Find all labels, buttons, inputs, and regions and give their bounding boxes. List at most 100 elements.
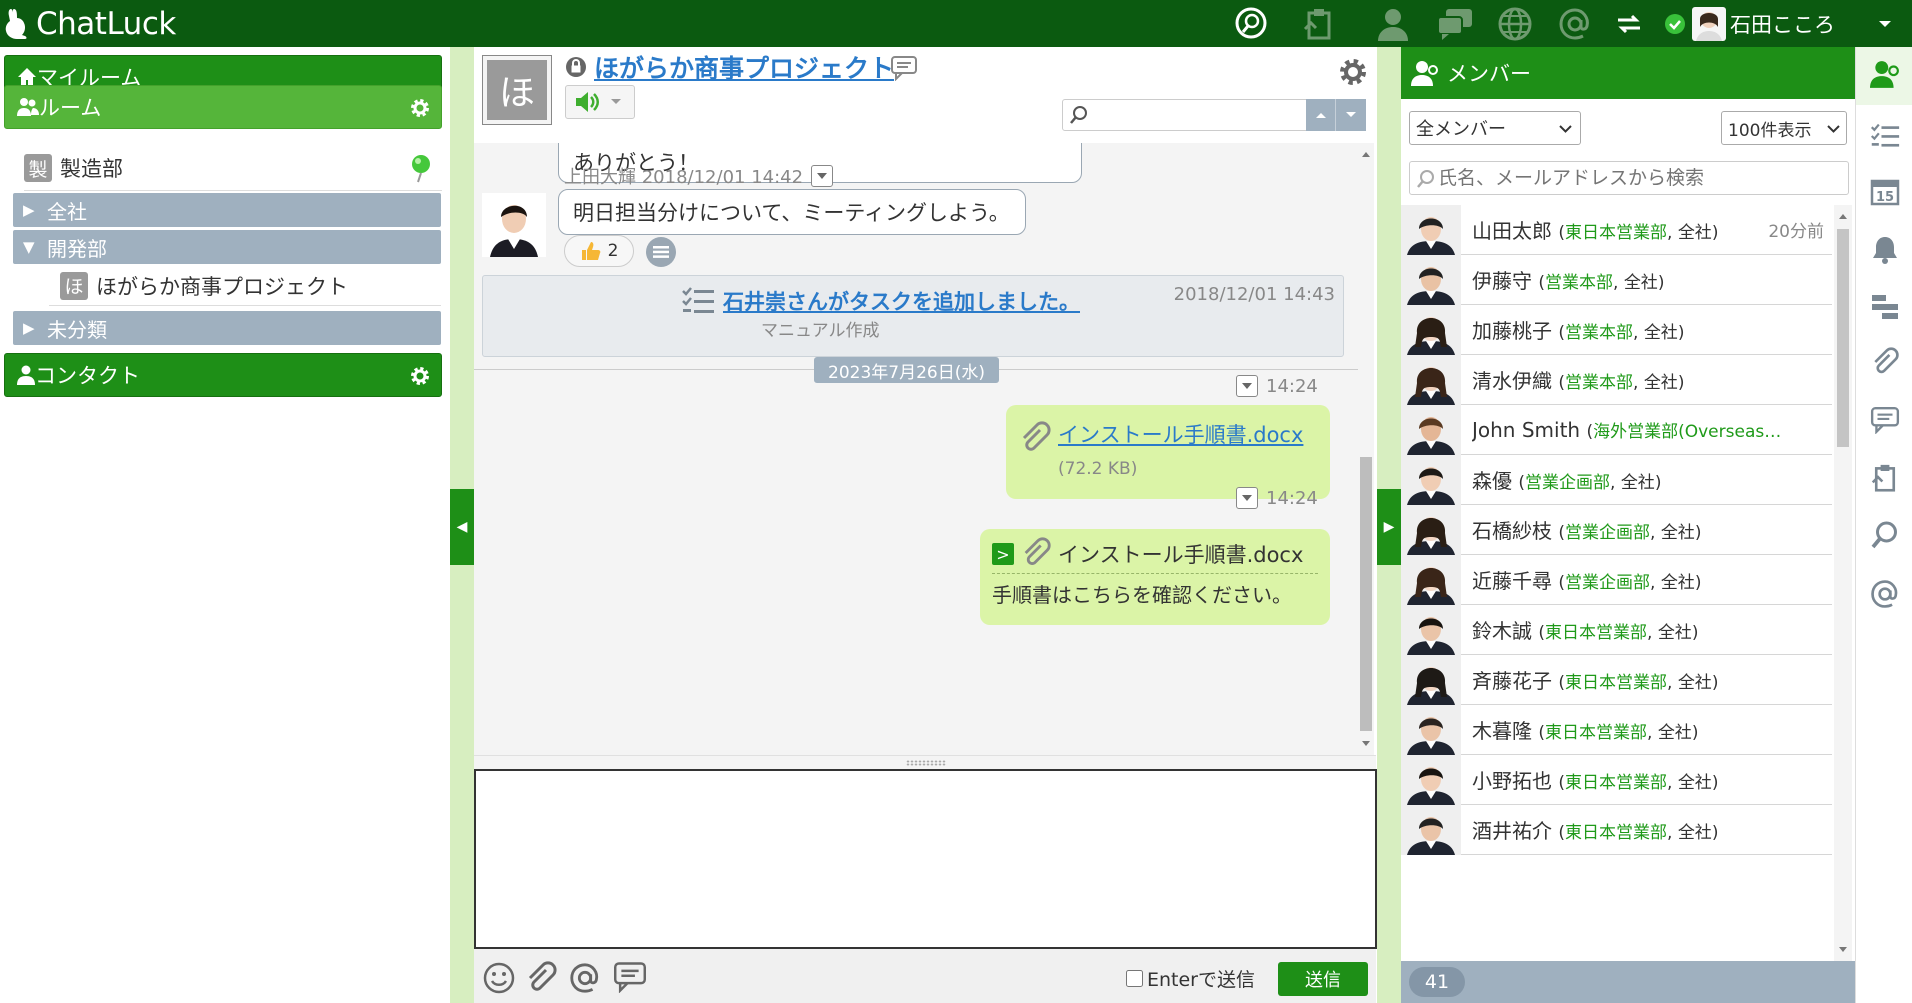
template-bubble-icon[interactable] [612,961,648,993]
member-scope: 全社 [1623,273,1658,293]
scroll-up-arrow-icon[interactable] [1362,151,1370,157]
member-affiliation: (東日本営業部, 全社) [1558,223,1719,243]
member-list[interactable]: 山田太郎 (東日本営業部, 全社) 20分前 伊藤守 (営業本部, 全社) 加藤桃子 … [1401,205,1855,961]
member-row[interactable]: 伊藤守 (営業本部, 全社) [1401,254,1832,305]
member-row[interactable]: 森優 (営業企画部, 全社) [1401,454,1832,505]
room-info-bubble-icon[interactable] [890,55,918,81]
mention-at-icon[interactable] [568,961,602,995]
category-label: 開発部 [47,236,107,261]
members-tool-icon[interactable] [1868,57,1902,91]
task-notification[interactable]: 石井崇さんがタスクを追加しました。 2018/12/01 14:43 マニュアル… [482,275,1344,357]
member-row[interactable]: 山田太郎 (東日本営業部, 全社) 20分前 [1401,205,1832,255]
task-list-tool-icon[interactable] [1868,119,1902,153]
member-row[interactable]: John Smith (海外営業部(Overseas… [1401,404,1832,455]
category-all[interactable]: ▶ 全社 [13,193,441,227]
chat-bubbles-icon[interactable] [1436,5,1474,43]
date-divider-text: 2023年7月26日(水) [828,362,985,383]
member-avatar [1401,604,1461,655]
scroll-up-arrow-icon[interactable] [1839,213,1847,219]
category-label: 未分類 [47,317,107,342]
own-message-quoted[interactable]: > インストール手順書.docx 手順書はこちらを確認ください。 [980,529,1330,625]
member-row[interactable]: 清水伊織 (営業本部, 全社) [1401,354,1832,405]
arrow-up-icon [1315,113,1326,118]
attach-paperclip-icon[interactable] [524,961,558,995]
mention-tool-icon[interactable] [1868,577,1902,611]
message-bubble[interactable]: 明日担当分けについて、ミーティングしよう。 [558,189,1026,235]
enter-to-send-toggle[interactable]: Enterで送信 [1126,965,1255,992]
search-tool-icon[interactable] [1868,518,1902,552]
own-message-file[interactable]: インストール手順書.docx (72.2 KB) [1006,405,1330,499]
room-settings-gear-icon[interactable] [1338,57,1368,87]
message-scrollbar[interactable] [1358,143,1374,755]
member-row[interactable]: 鈴木誠 (東日本営業部, 全社) [1401,604,1832,655]
reaction-menu-button[interactable] [646,237,676,267]
user-dropdown-icon[interactable] [1866,5,1904,43]
member-filter-select[interactable]: 全メンバー [1409,111,1581,145]
triangle-right-icon: ▶ [23,201,35,219]
task-clipboard-icon[interactable] [1300,5,1338,43]
message-menu-dropdown[interactable] [1236,375,1258,397]
calendar-icon[interactable]: 15 [1868,174,1902,208]
collapse-right-tab[interactable]: ▶ [1377,489,1401,565]
search-prev-button[interactable] [1306,99,1336,131]
member-search-input[interactable] [1438,164,1838,192]
clipboard-task-icon[interactable] [1868,461,1902,495]
scroll-thumb[interactable] [1837,229,1849,447]
per-page-select[interactable]: 100件表示 [1721,111,1847,145]
message-composer[interactable] [474,769,1377,949]
chat-search-icon[interactable] [1232,5,1270,43]
search-next-button[interactable] [1336,99,1366,131]
app-logo[interactable]: ChatLuck [4,4,176,44]
contact-settings-gear-icon[interactable] [409,365,431,387]
rooms-header[interactable]: ルーム [4,85,442,129]
room-item-seizo[interactable]: 製 製造部 [24,149,442,187]
member-row[interactable]: 酒井祐介 (東日本営業部, 全社) [1401,804,1832,855]
avatar [482,193,546,257]
files-paperclip-icon[interactable] [1868,345,1902,379]
member-scrollbar[interactable] [1834,205,1852,961]
message-search-input[interactable] [1093,102,1263,128]
swap-icon[interactable] [1610,5,1648,43]
composer-resize-grip[interactable] [474,755,1376,769]
emoji-icon[interactable] [482,961,516,995]
rooms-settings-gear-icon[interactable] [409,97,431,119]
reaction-thumbs-up[interactable]: 2 [564,235,634,267]
room-item-project[interactable]: ほ ほがらか商事プロジェクト [49,266,441,306]
member-affiliation: (営業企画部, 全社) [1558,523,1702,543]
contact-header[interactable]: コンタクト [4,353,442,397]
member-name: 鈴木誠 [1472,619,1532,643]
task-added-link[interactable]: 石井崇さんがタスクを追加しました。 [723,286,1080,316]
notification-sound-button[interactable] [565,85,635,119]
bell-icon[interactable] [1868,233,1902,267]
scroll-thumb[interactable] [1360,457,1372,731]
scroll-down-arrow-icon[interactable] [1839,947,1847,953]
member-row[interactable]: 石橋紗枝 (営業企画部, 全社) [1401,504,1832,555]
room-title[interactable]: ほがらか商事プロジェクト [594,49,894,85]
member-row[interactable]: 小野拓也 (東日本営業部, 全社) [1401,754,1832,805]
enter-to-send-checkbox[interactable] [1126,970,1143,987]
member-row[interactable]: 加藤桃子 (営業本部, 全社) [1401,304,1832,355]
category-dev[interactable]: ▼ 開発部 [13,230,441,264]
threads-bubble-icon[interactable] [1868,403,1902,437]
message-menu-dropdown[interactable] [1236,487,1258,509]
thumbs-up-icon [581,242,600,260]
room-avatar-badge: ほ [487,60,547,120]
message-menu-dropdown[interactable] [811,165,834,187]
at-sign-icon[interactable] [1556,5,1594,43]
message-time: 14:24 [1266,375,1318,397]
message-list[interactable]: ありがとう！ 上田大輝 2018/12/01 14:42 明日担当分けについて、… [474,143,1374,755]
globe-icon[interactable] [1496,5,1534,43]
user-menu[interactable]: 石田こころ [1664,4,1835,44]
collapse-left-tab[interactable]: ◀ [450,489,474,565]
rooms-label: ルーム [39,96,102,120]
send-button[interactable]: 送信 [1278,962,1368,996]
category-uncategorized[interactable]: ▶ 未分類 [13,311,441,345]
gantt-icon[interactable] [1868,290,1902,324]
file-link[interactable]: インストール手順書.docx [1058,419,1303,449]
member-row[interactable]: 斉藤花子 (東日本営業部, 全社) [1401,654,1832,705]
member-row[interactable]: 木暮隆 (東日本営業部, 全社) [1401,704,1832,755]
member-row[interactable]: 近藤千尋 (営業企画部, 全社) [1401,554,1832,605]
scroll-down-arrow-icon[interactable] [1362,741,1370,747]
person-icon[interactable] [1374,5,1412,43]
member-avatar [1401,254,1461,305]
